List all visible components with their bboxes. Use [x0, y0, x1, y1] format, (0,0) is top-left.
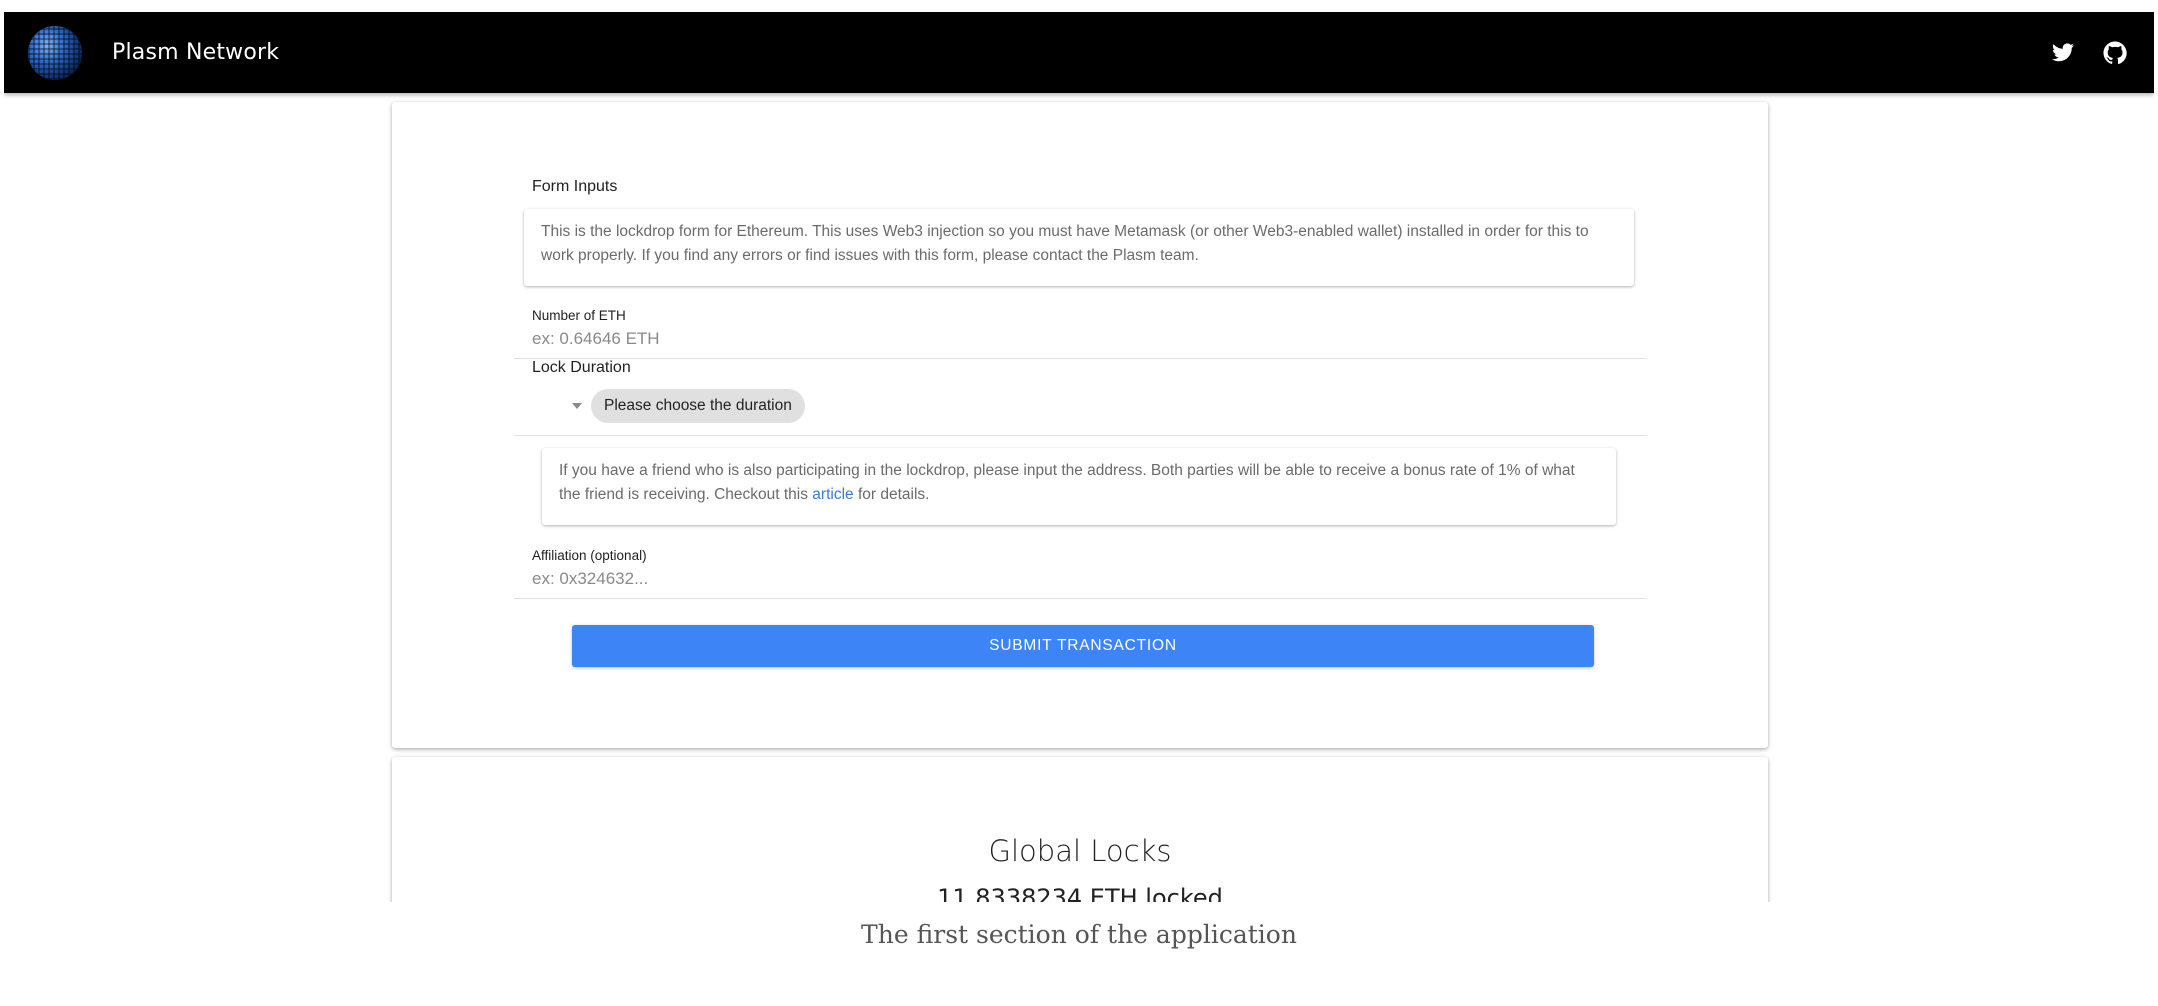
affiliation-note-text-end: for details. [853, 486, 930, 503]
lockdrop-form-card: Form Inputs This is the lockdrop form fo… [392, 102, 1768, 748]
global-locks-value: 11.8338234 ETH locked [937, 884, 1223, 902]
affiliation-note-text: If you have a friend who is also partici… [559, 462, 1575, 503]
github-icon[interactable] [2102, 40, 2128, 66]
eth-amount-label: Number of ETH [532, 308, 626, 323]
chevron-down-icon[interactable] [572, 403, 582, 409]
duration-chip[interactable]: Please choose the duration [591, 389, 805, 423]
eth-amount-input[interactable] [532, 327, 1642, 351]
form-section-title: Form Inputs [532, 178, 618, 195]
affiliation-input[interactable] [532, 567, 1642, 591]
twitter-icon[interactable] [2050, 40, 2076, 66]
app-window: Plasm Network Form Inputs This is the lo… [4, 12, 2154, 902]
lock-duration-select[interactable]: Please choose the duration [572, 389, 805, 423]
eth-input-underline [514, 358, 1647, 359]
brand-name[interactable]: Plasm Network [112, 12, 279, 93]
top-navigation-bar: Plasm Network [4, 12, 2154, 93]
duration-underline [514, 435, 1647, 436]
submit-transaction-button[interactable]: SUBMIT TRANSACTION [572, 625, 1594, 667]
figure-caption: The first section of the application [861, 920, 1297, 949]
global-locks-card: Global Locks 11.8338234 ETH locked [392, 757, 1768, 902]
plasm-logo-icon[interactable] [28, 26, 82, 80]
affiliation-input-underline [514, 598, 1647, 599]
intro-note: This is the lockdrop form for Ethereum. … [524, 209, 1634, 286]
affiliation-label: Affiliation (optional) [532, 548, 647, 563]
lock-duration-label: Lock Duration [532, 359, 631, 376]
global-locks-title: Global Locks [988, 834, 1172, 868]
article-link[interactable]: article [812, 486, 853, 503]
affiliation-note: If you have a friend who is also partici… [542, 448, 1616, 525]
social-links [2050, 12, 2128, 93]
